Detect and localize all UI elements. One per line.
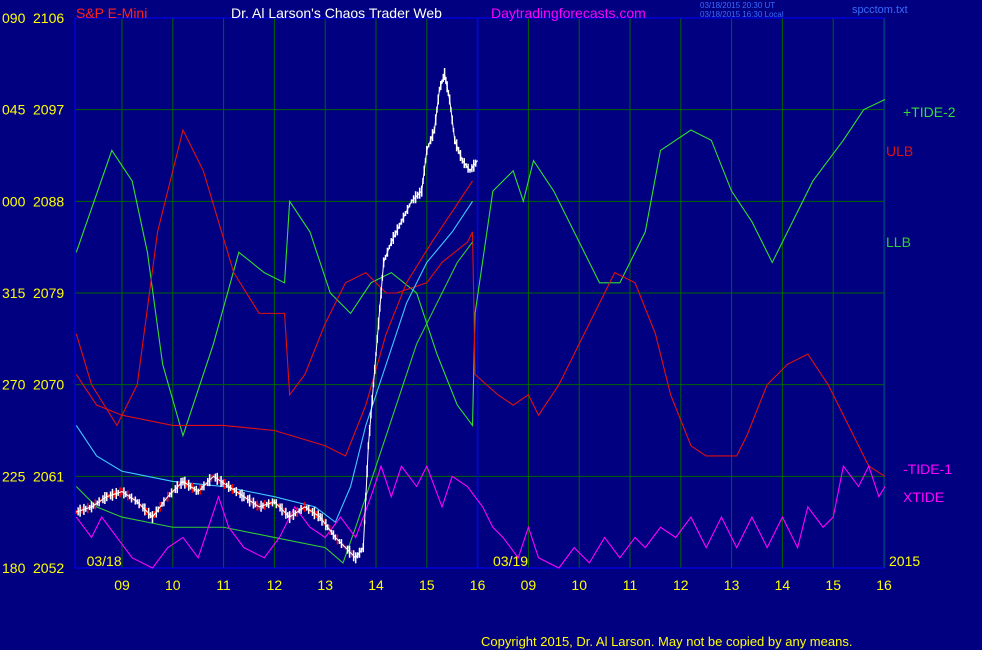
series-ulb: [75, 128, 886, 477]
series-label: ULB: [886, 143, 913, 159]
site-label[interactable]: Daytradingforecasts.com: [491, 5, 646, 21]
left-tick-angle: 225: [2, 468, 26, 484]
x-tick-label: 16: [876, 577, 892, 593]
left-tick-price: 2061: [33, 468, 64, 484]
date-label: 03/18: [87, 553, 122, 569]
x-tick-label: 13: [724, 577, 740, 593]
timestamp-local: 03/18/2015 16:30 Local: [700, 10, 784, 19]
series-label: LLB: [886, 234, 911, 250]
x-tick-label: 10: [571, 577, 587, 593]
left-tick-price: 2052: [33, 560, 64, 576]
series-label: +TIDE-2: [903, 104, 956, 120]
x-tick-label: 11: [623, 577, 638, 593]
x-tick-label: 12: [267, 577, 283, 593]
left-tick-angle: 090: [2, 10, 26, 26]
x-tick-label: 14: [368, 577, 384, 593]
x-tick-label: 09: [114, 577, 130, 593]
x-tick-label: 16: [470, 577, 486, 593]
symbol-label: S&P E-Mini: [76, 5, 148, 21]
date-label: 03/19: [493, 553, 528, 569]
series-label: XTIDE: [903, 489, 944, 505]
copyright-note: Copyright 2015, Dr. Al Larson. May not b…: [481, 634, 853, 649]
left-tick-price: 2097: [33, 102, 64, 118]
x-tick-label: 10: [165, 577, 181, 593]
x-tick-label: 13: [317, 577, 333, 593]
left-tick-angle: 045: [2, 102, 26, 118]
x-tick-label: 09: [521, 577, 537, 593]
x-tick-label: 15: [825, 577, 841, 593]
timestamp-ut: 03/18/2015 20:30 UT: [700, 1, 776, 10]
x-tick-label: 12: [673, 577, 689, 593]
left-tick-price: 2070: [33, 377, 64, 393]
series--tide-1: [75, 464, 886, 569]
series--tide-2: [75, 98, 886, 438]
series-label: -TIDE-1: [903, 461, 952, 477]
left-tick-price: 2106: [33, 10, 64, 26]
left-tick-angle: 180: [2, 560, 26, 576]
left-tick-angle: 000: [2, 193, 26, 209]
left-tick-angle: 270: [2, 377, 26, 393]
plot-area: 090 2106 045 2097 000 2088 315 2079 270 2070 225 20…: [2, 10, 956, 593]
x-tick-label: 14: [775, 577, 791, 593]
chart: 090 2106 045 2097 000 2088 315 2079 270 2070 225 20…: [0, 0, 982, 650]
x-tick-label: 11: [216, 577, 231, 593]
left-tick-price: 2088: [33, 193, 64, 209]
file-label: spcctom.txt: [852, 4, 908, 16]
year-label: 2015: [889, 553, 920, 569]
left-tick-price: 2079: [33, 285, 64, 301]
chart-title: Dr. Al Larson's Chaos Trader Web: [231, 5, 442, 21]
x-tick-label: 15: [419, 577, 435, 593]
left-tick-angle: 315: [2, 285, 26, 301]
